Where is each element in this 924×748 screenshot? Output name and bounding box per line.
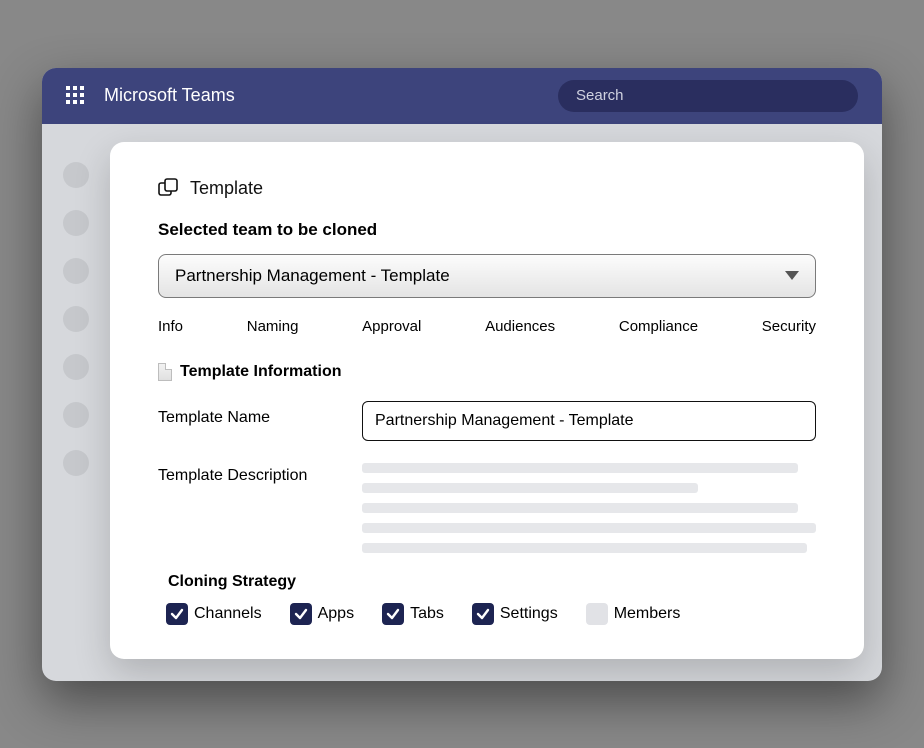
rail-item[interactable] [63,210,89,236]
team-dropdown-value: Partnership Management - Template [175,266,450,286]
template-name-input[interactable] [362,401,816,441]
rail-item[interactable] [63,306,89,332]
team-dropdown[interactable]: Partnership Management - Template [158,254,816,298]
check-channels[interactable]: Channels [166,603,262,625]
tab-naming[interactable]: Naming [247,318,299,335]
card-title: Template [190,178,263,199]
check-tabs-label: Tabs [410,605,444,623]
app-title: Microsoft Teams [104,85,235,106]
top-bar: Microsoft Teams [42,68,882,124]
window-body: Template Selected team to be cloned Part… [42,124,882,681]
rail-item[interactable] [63,354,89,380]
rail-item[interactable] [63,450,89,476]
template-name-label: Template Name [158,401,338,427]
cloning-heading: Cloning Strategy [168,573,816,591]
template-desc-row: Template Description [158,459,816,553]
template-name-row: Template Name [158,401,816,441]
check-tabs[interactable]: Tabs [382,603,444,625]
check-apps-label: Apps [318,605,354,623]
template-desc-label: Template Description [158,459,338,485]
template-card: Template Selected team to be cloned Part… [110,142,864,659]
page-icon [158,363,172,381]
rail-item[interactable] [63,402,89,428]
info-heading-row: Template Information [158,363,816,381]
template-desc-placeholder [362,459,816,553]
tab-security[interactable]: Security [762,318,816,335]
checkbox-icon [290,603,312,625]
template-icon [158,178,180,200]
left-rail [42,142,110,659]
check-apps[interactable]: Apps [290,603,354,625]
cloning-checks: Channels Apps Tabs [166,603,816,625]
checkbox-icon [382,603,404,625]
app-launcher-icon[interactable] [66,86,86,106]
rail-item[interactable] [63,162,89,188]
checkbox-icon [586,603,608,625]
check-members-label: Members [614,605,681,623]
check-settings[interactable]: Settings [472,603,558,625]
info-heading: Template Information [180,363,342,381]
card-title-row: Template [158,178,816,200]
check-settings-label: Settings [500,605,558,623]
teams-window: Microsoft Teams Template [42,68,882,681]
selected-team-label: Selected team to be cloned [158,220,816,240]
tab-approval[interactable]: Approval [362,318,421,335]
search-input[interactable] [576,87,840,104]
checkbox-icon [166,603,188,625]
search-field[interactable] [558,80,858,112]
tab-audiences[interactable]: Audiences [485,318,555,335]
check-channels-label: Channels [194,605,262,623]
checkbox-icon [472,603,494,625]
tab-info[interactable]: Info [158,318,183,335]
check-members[interactable]: Members [586,603,681,625]
tabs-row: Info Naming Approval Audiences Complianc… [158,318,816,335]
chevron-down-icon [785,271,799,280]
tab-compliance[interactable]: Compliance [619,318,698,335]
rail-item[interactable] [63,258,89,284]
